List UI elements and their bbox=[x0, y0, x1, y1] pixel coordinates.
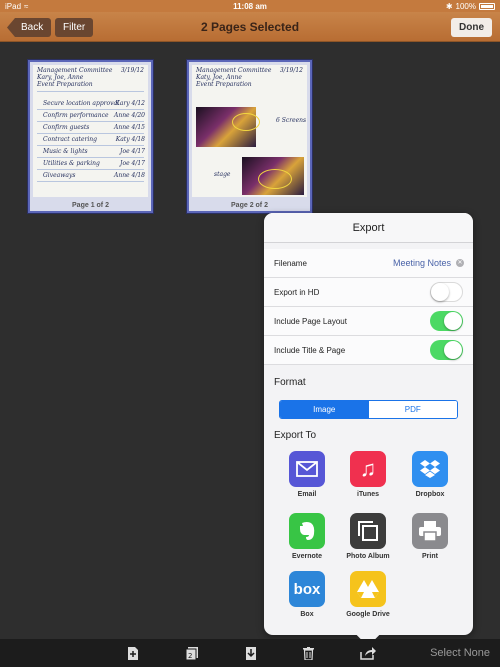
page-caption: Page 1 of 2 bbox=[72, 202, 109, 209]
print-icon bbox=[412, 513, 448, 549]
clear-icon[interactable]: ✕ bbox=[456, 259, 464, 267]
format-option-pdf[interactable]: PDF bbox=[368, 401, 457, 418]
bluetooth-icon: ✱ bbox=[445, 1, 453, 11]
export-target-box[interactable]: box Box bbox=[282, 571, 332, 618]
page-title: 2 Pages Selected bbox=[200, 20, 300, 34]
add-page-icon[interactable] bbox=[128, 647, 140, 660]
export-target-google-drive[interactable]: Google Drive bbox=[343, 571, 393, 618]
move-page-icon[interactable] bbox=[246, 647, 258, 660]
option-label: Include Title & Page bbox=[274, 345, 346, 355]
page-thumbnail-2[interactable]: Management Committee 3/19/12 Katy, Joe, … bbox=[187, 60, 312, 213]
evernote-icon bbox=[289, 513, 325, 549]
option-label: Include Page Layout bbox=[274, 316, 347, 326]
handwritten-notes-image: Management Committee 3/19/12 Kary, Joe, … bbox=[33, 65, 148, 197]
target-label: Email bbox=[297, 491, 317, 498]
target-label: Box bbox=[300, 611, 314, 618]
format-section-label: Format bbox=[274, 377, 306, 388]
wifi-icon: ≈ bbox=[24, 1, 29, 11]
trash-icon[interactable] bbox=[303, 647, 315, 661]
select-none-button[interactable]: Select None bbox=[430, 647, 490, 659]
target-label: Print bbox=[422, 553, 438, 560]
status-time: 11:08 am bbox=[233, 1, 267, 11]
status-bar: iPad ≈ 11:08 am ✱ 100% bbox=[0, 0, 500, 12]
target-label: iTunes bbox=[356, 491, 380, 498]
page-thumbnail-1[interactable]: Management Committee 3/19/12 Kary, Joe, … bbox=[28, 60, 153, 213]
export-target-email[interactable]: Email bbox=[282, 451, 332, 498]
battery-percent: 100% bbox=[455, 1, 476, 11]
email-icon bbox=[289, 451, 325, 487]
share-icon[interactable] bbox=[360, 647, 376, 660]
export-target-dropbox[interactable]: Dropbox bbox=[405, 451, 455, 498]
option-row-layout: Include Page Layout bbox=[264, 307, 473, 336]
target-label: Evernote bbox=[292, 553, 322, 560]
duplicate-icon[interactable]: 2 bbox=[185, 647, 198, 661]
format-option-image[interactable]: Image bbox=[280, 401, 369, 418]
export-hd-toggle[interactable] bbox=[430, 282, 463, 302]
popover-title: Export bbox=[264, 213, 473, 243]
google-drive-icon bbox=[350, 571, 386, 607]
export-to-section-label: Export To bbox=[274, 430, 317, 441]
photo-notes-image: Management Committee 3/19/12 Katy, Joe, … bbox=[192, 65, 307, 197]
page-layout-toggle[interactable] bbox=[430, 311, 463, 331]
title-page-toggle[interactable] bbox=[430, 340, 463, 360]
export-target-photo-album[interactable]: Photo Album bbox=[343, 513, 393, 560]
export-popover: Export Filename Meeting Notes ✕ Export i… bbox=[264, 213, 473, 647]
export-target-evernote[interactable]: Evernote bbox=[282, 513, 332, 560]
option-row-title: Include Title & Page bbox=[264, 336, 473, 365]
option-label: Export in HD bbox=[274, 287, 320, 297]
export-target-print[interactable]: Print bbox=[405, 513, 455, 560]
target-label: Dropbox bbox=[415, 491, 445, 498]
format-segmented-control: Image PDF bbox=[279, 400, 458, 419]
nav-bar: Back Filter 2 Pages Selected Done bbox=[0, 12, 500, 42]
filename-row[interactable]: Filename Meeting Notes ✕ bbox=[264, 249, 473, 278]
photo-album-icon bbox=[350, 513, 386, 549]
bottom-toolbar: 2 Select None bbox=[0, 639, 500, 667]
option-row-hd: Export in HD bbox=[264, 278, 473, 307]
box-icon: box bbox=[289, 571, 325, 607]
device-label: iPad bbox=[5, 1, 22, 11]
done-button[interactable]: Done bbox=[451, 18, 492, 37]
page-caption: Page 2 of 2 bbox=[231, 202, 268, 209]
app-screen: iPad ≈ 11:08 am ✱ 100% Back Filter 2 Pag… bbox=[0, 0, 500, 667]
itunes-icon: ♫ bbox=[350, 451, 386, 487]
target-label: Photo Album bbox=[346, 553, 390, 560]
battery-icon bbox=[479, 2, 495, 10]
svg-text:2: 2 bbox=[188, 652, 192, 660]
filename-field[interactable]: Meeting Notes bbox=[393, 258, 451, 268]
export-target-itunes[interactable]: ♫ iTunes bbox=[343, 451, 393, 498]
filename-label: Filename bbox=[274, 258, 307, 268]
target-label: Google Drive bbox=[346, 611, 390, 618]
dropbox-icon bbox=[412, 451, 448, 487]
